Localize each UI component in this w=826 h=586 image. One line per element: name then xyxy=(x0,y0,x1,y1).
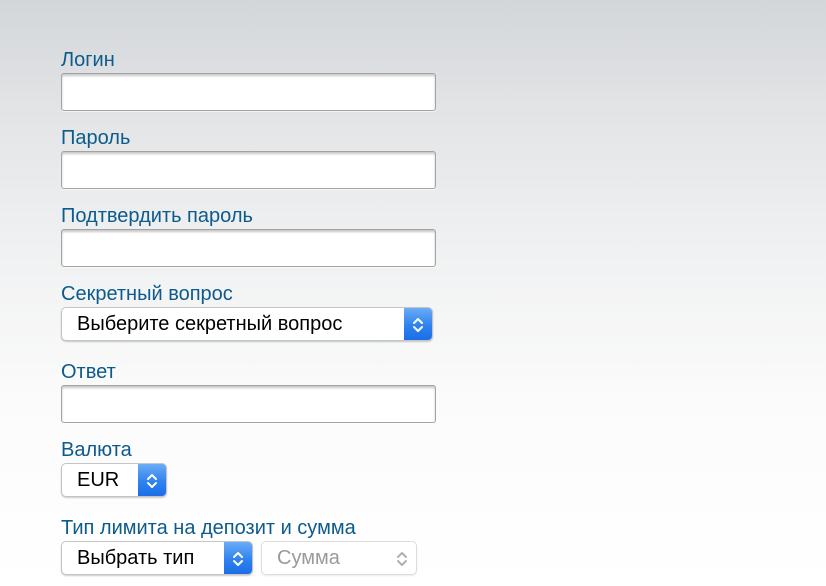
currency-label: Валюта xyxy=(61,439,132,461)
answer-input[interactable] xyxy=(61,385,436,423)
deposit-limit-label: Тип лимита на депозит и сумма xyxy=(61,517,356,539)
confirm-password-label: Подтвердить пароль xyxy=(61,205,253,227)
login-input[interactable] xyxy=(61,73,436,111)
amount-select[interactable]: Сумма xyxy=(261,541,417,575)
secret-question-label: Секретный вопрос xyxy=(61,283,233,305)
currency-select[interactable]: EUR xyxy=(61,463,167,497)
chevron-up-down-icon xyxy=(147,474,157,488)
confirm-password-input[interactable] xyxy=(61,229,436,267)
limit-type-select[interactable]: Выбрать тип xyxy=(61,541,253,575)
amount-stepper[interactable] xyxy=(388,542,416,574)
chevron-up-down-icon xyxy=(233,552,243,566)
answer-label: Ответ xyxy=(61,361,116,383)
secret-question-selected: Выберите секретный вопрос xyxy=(77,313,343,335)
login-label: Логин xyxy=(61,49,115,71)
secret-question-stepper[interactable] xyxy=(404,308,432,340)
secret-question-select[interactable]: Выберите секретный вопрос xyxy=(61,307,433,341)
chevron-up-down-icon xyxy=(413,318,423,332)
currency-stepper[interactable] xyxy=(138,464,166,496)
limit-type-selected: Выбрать тип xyxy=(77,547,195,569)
password-input[interactable] xyxy=(61,151,436,189)
amount-placeholder: Сумма xyxy=(277,547,340,569)
chevron-up-down-icon xyxy=(397,552,407,566)
limit-type-stepper[interactable] xyxy=(224,542,252,574)
currency-selected: EUR xyxy=(77,469,120,491)
password-label: Пароль xyxy=(61,127,131,149)
